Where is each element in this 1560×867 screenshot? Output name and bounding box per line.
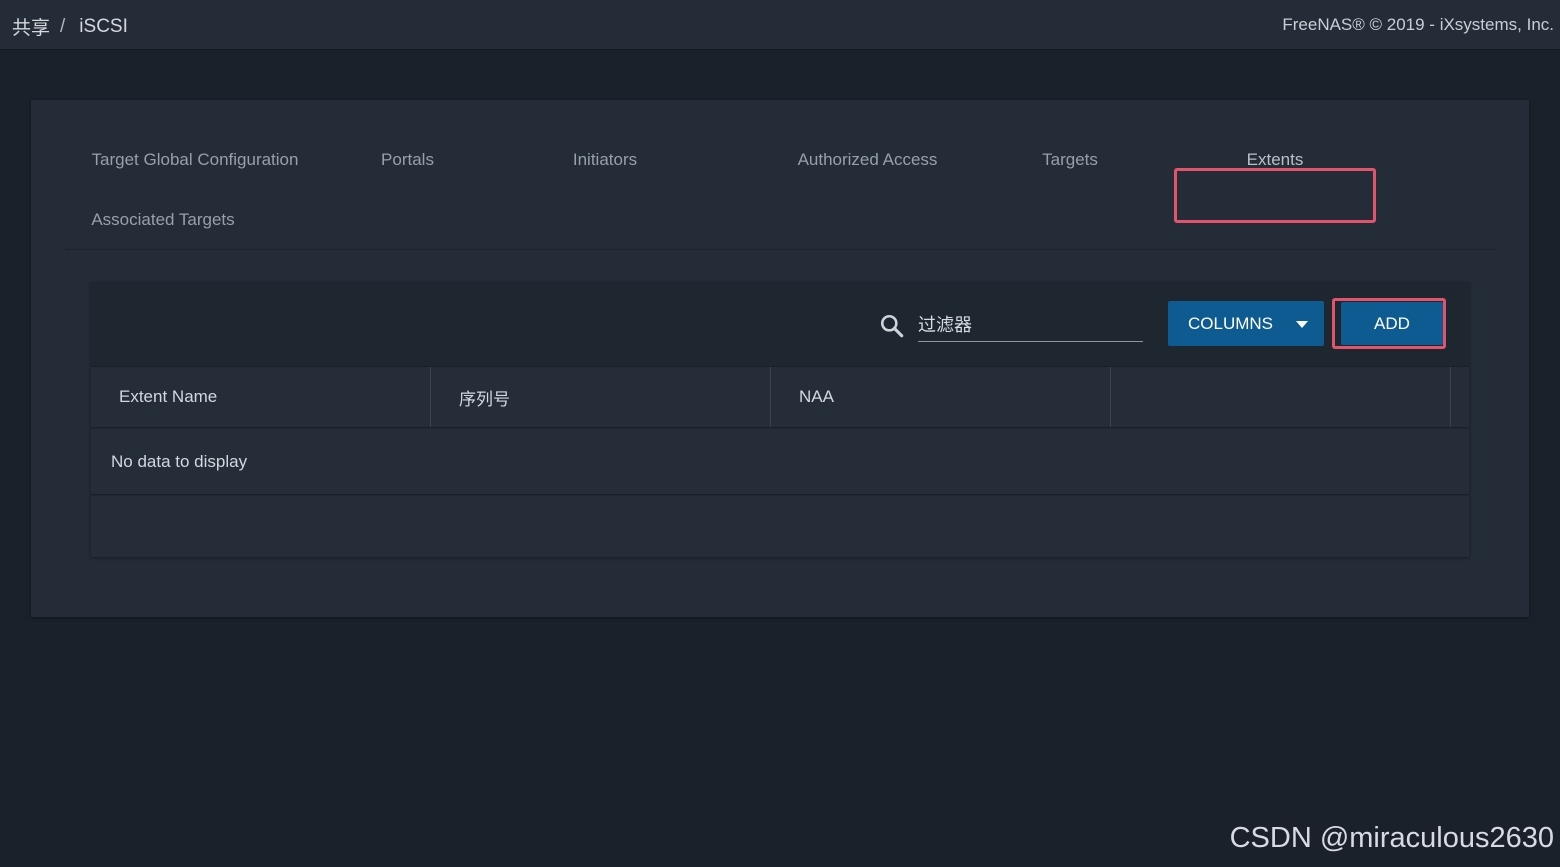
watermark: CSDN @miraculous2630 <box>1229 822 1554 854</box>
empty-table-message: No data to display <box>91 429 1469 495</box>
tab-targets[interactable]: Targets <box>1005 130 1135 190</box>
tab-bar: Target Global Configuration Portals Init… <box>65 130 1497 250</box>
column-header-extent-name[interactable]: Extent Name <box>91 367 431 427</box>
add-button-highlight <box>1332 298 1446 349</box>
iscsi-card: Target Global Configuration Portals Init… <box>31 100 1529 617</box>
breadcrumb: 共享 / iSCSI <box>12 13 128 40</box>
tab-portals[interactable]: Portals <box>335 130 480 190</box>
extents-tab-highlight <box>1174 168 1376 223</box>
column-header-naa[interactable]: NAA <box>771 367 1111 427</box>
tab-authorized-access[interactable]: Authorized Access <box>765 130 970 190</box>
column-header-serial[interactable]: 序列号 <box>431 367 771 427</box>
tab-initiators[interactable]: Initiators <box>535 130 675 190</box>
search-icon <box>880 314 904 338</box>
tab-associated-targets[interactable]: Associated Targets <box>65 190 261 250</box>
copyright-text: FreeNAS® © 2019 - iXsystems, Inc. <box>1282 15 1554 34</box>
columns-button[interactable]: COLUMNS <box>1168 301 1324 346</box>
breadcrumb-item-sharing[interactable]: 共享 <box>12 13 50 40</box>
breadcrumb-separator: / <box>60 15 66 37</box>
breadcrumb-item-iscsi: iSCSI <box>79 15 128 37</box>
filter-input[interactable] <box>918 310 1143 340</box>
tab-target-global-configuration[interactable]: Target Global Configuration <box>65 130 325 190</box>
filter-field <box>918 310 1143 342</box>
table-header: Extent Name 序列号 NAA <box>91 366 1469 428</box>
caret-down-icon <box>1296 321 1308 328</box>
extents-table-card: COLUMNS ADD Extent Name 序列号 NAA No data … <box>91 282 1469 557</box>
table-toolbar: COLUMNS ADD <box>91 282 1469 366</box>
table-footer <box>91 496 1469 557</box>
column-header-actions <box>1111 367 1451 427</box>
columns-button-label: COLUMNS <box>1188 313 1274 333</box>
top-bar: 共享 / iSCSI FreeNAS® © 2019 - iXsystems, … <box>0 0 1560 50</box>
